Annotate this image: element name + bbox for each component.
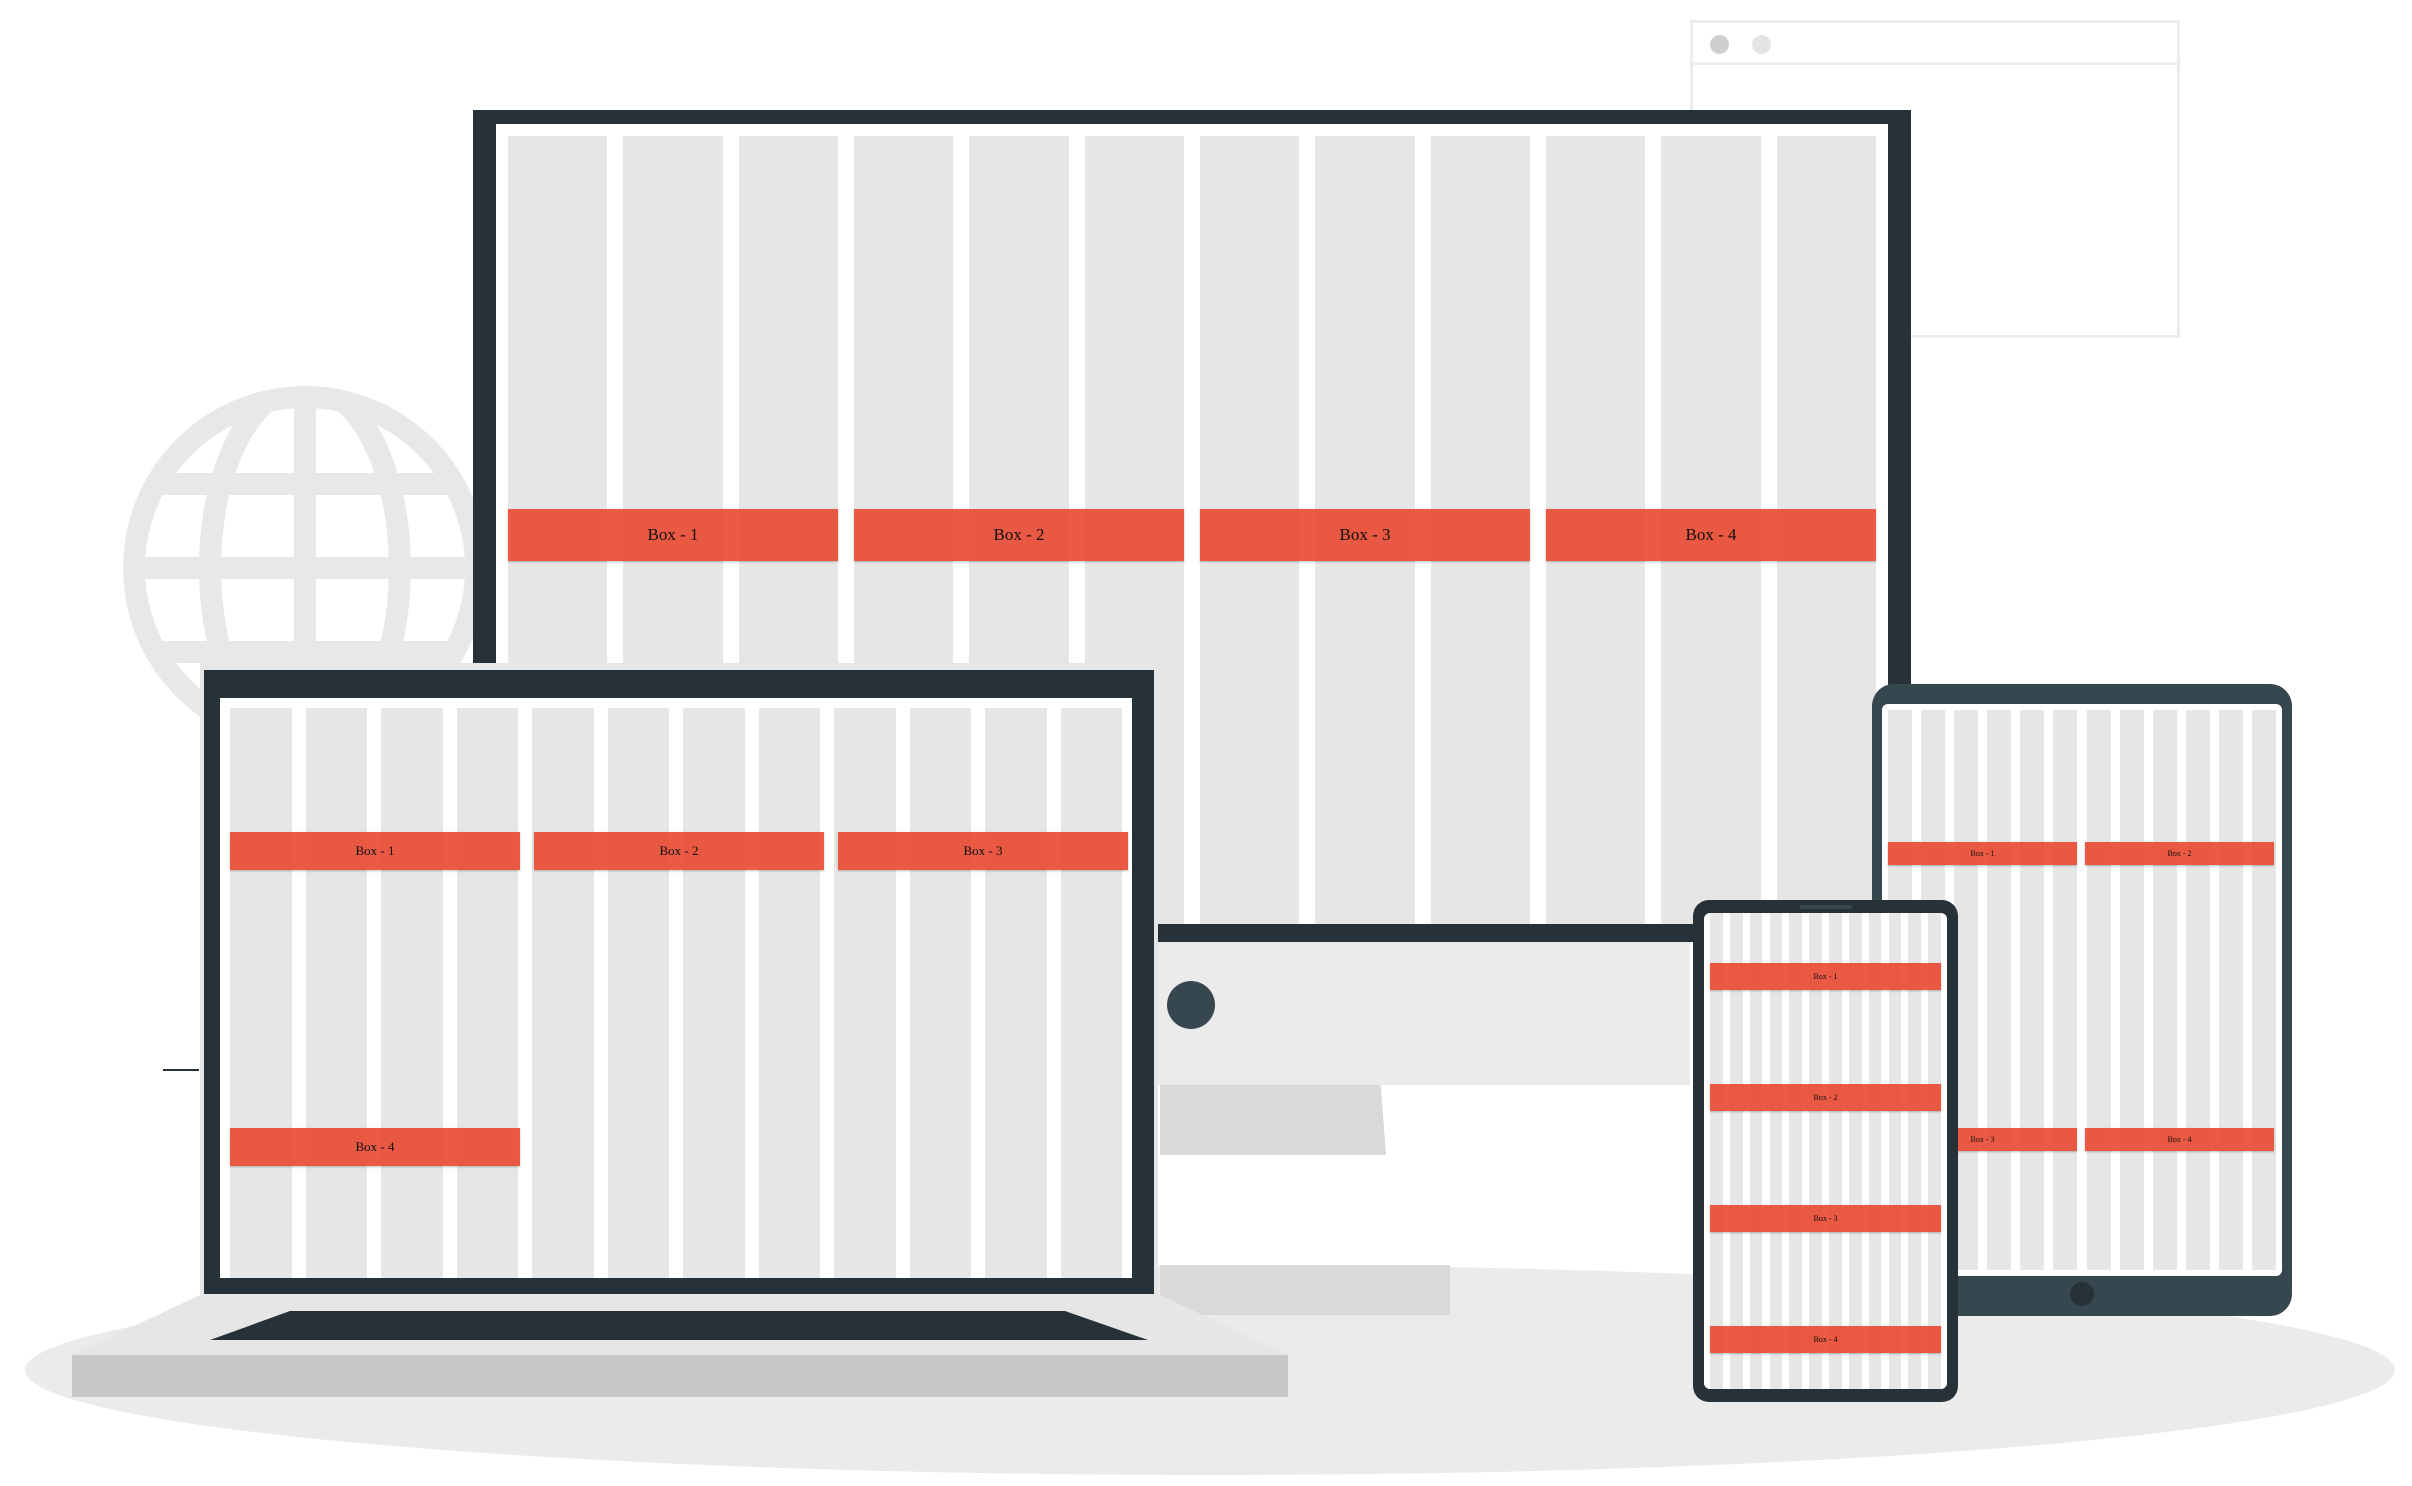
monitor-box-4: Box - 4 xyxy=(1546,509,1876,561)
laptop-grid-column xyxy=(456,708,518,1278)
tablet-box-4: Box - 4 xyxy=(2085,1128,2274,1151)
monitor-chin xyxy=(1140,940,1690,1085)
monitor-box-1: Box - 1 xyxy=(508,509,838,561)
monitor-box-2: Box - 2 xyxy=(854,509,1184,561)
tablet-grid-column xyxy=(1987,710,2012,1270)
laptop-grid-column xyxy=(1060,708,1122,1278)
phone-box-3: Box - 3 xyxy=(1710,1205,1941,1232)
laptop-grid-column xyxy=(532,708,594,1278)
laptop-grid-column xyxy=(305,708,367,1278)
laptop-grid-column xyxy=(683,708,745,1278)
tablet-box-1: Box - 1 xyxy=(1888,842,2077,865)
tablet-grid-column xyxy=(2218,710,2243,1270)
tablet-grid-column xyxy=(2185,710,2210,1270)
phone-speaker-icon xyxy=(1800,905,1852,909)
phone-box-1: Box - 1 xyxy=(1710,963,1941,990)
laptop-grid-column xyxy=(834,708,896,1278)
tablet-grid-column xyxy=(2251,710,2276,1270)
phone-box-4: Box - 4 xyxy=(1710,1326,1941,1353)
tablet-grid-column xyxy=(2152,710,2177,1270)
laptop-box-3: Box - 3 xyxy=(838,832,1128,870)
tablet-home-button-icon xyxy=(2070,1282,2094,1306)
laptop-grid-column xyxy=(381,708,443,1278)
decorative-line xyxy=(163,1069,199,1071)
laptop-grid-column xyxy=(230,708,292,1278)
tablet-grid-column xyxy=(2020,710,2045,1270)
tablet-grid-column xyxy=(2086,710,2111,1270)
laptop-base xyxy=(72,1295,1288,1397)
phone-box-2: Box - 2 xyxy=(1710,1084,1941,1111)
phone-screen: Box - 1 Box - 2 Box - 3 Box - 4 xyxy=(1704,913,1947,1389)
laptop-grid-column xyxy=(985,708,1047,1278)
tablet-box-2: Box - 2 xyxy=(2085,842,2274,865)
tablet-grid-column xyxy=(2119,710,2144,1270)
laptop-grid-column xyxy=(909,708,971,1278)
laptop-grid-column xyxy=(758,708,820,1278)
laptop-box-4: Box - 4 xyxy=(230,1128,520,1166)
laptop-box-2: Box - 2 xyxy=(534,832,824,870)
tablet-grid-column xyxy=(2053,710,2078,1270)
laptop-box-1: Box - 1 xyxy=(230,832,520,870)
monitor-camera-icon xyxy=(1167,981,1215,1029)
monitor-box-3: Box - 3 xyxy=(1200,509,1530,561)
laptop-grid-column xyxy=(607,708,669,1278)
laptop-screen: Box - 1 Box - 2 Box - 3 Box - 4 xyxy=(220,698,1132,1278)
